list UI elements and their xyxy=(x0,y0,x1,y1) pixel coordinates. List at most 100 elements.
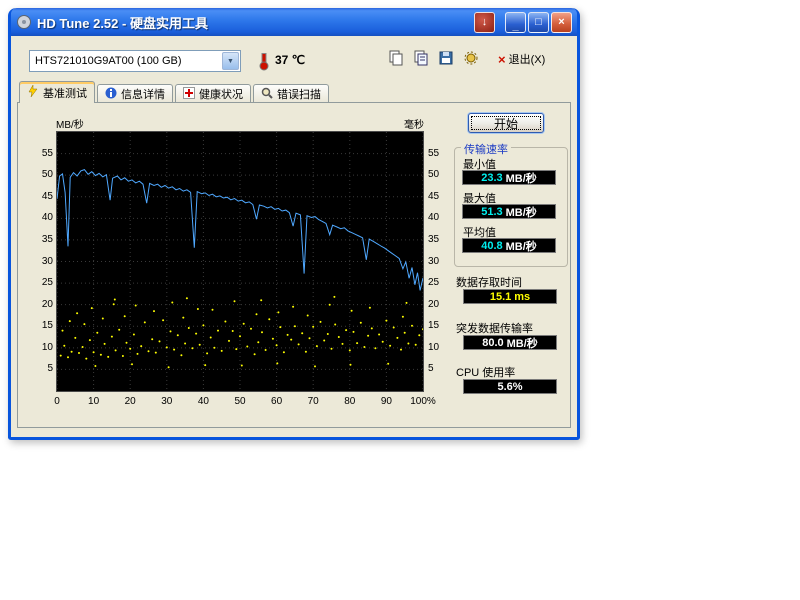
y-tick-label: 30 xyxy=(428,256,439,267)
options-icon xyxy=(463,50,479,69)
tab-info[interactable]: 信息详情 xyxy=(97,84,173,103)
group-title: 传输速率 xyxy=(461,141,511,157)
cpu-usage-box: 5.6% xyxy=(463,379,557,394)
chevron-down-icon[interactable]: ▼ xyxy=(222,52,239,70)
x-tick-label: 20 xyxy=(125,396,136,407)
cpu-usage-label: CPU 使用率 xyxy=(456,364,515,380)
window-title: HD Tune 2.52 - 硬盘实用工具 xyxy=(37,13,474,32)
y-tick-label: 20 xyxy=(428,299,439,310)
access-time-unit: ms xyxy=(514,291,530,303)
y-tick-label: 5 xyxy=(47,363,53,374)
y-tick-label: 5 xyxy=(428,363,434,374)
close-button[interactable]: × xyxy=(551,12,572,33)
cpu-usage-value: 5.6% xyxy=(497,381,522,393)
min-value-box: 23.3 MB/秒 xyxy=(462,170,556,185)
copy-text-icon xyxy=(413,50,429,69)
thermometer-icon xyxy=(259,50,270,76)
tab-label: 错误扫描 xyxy=(277,86,321,102)
min-value: 23.3 xyxy=(481,172,502,184)
avg-unit: MB/秒 xyxy=(506,238,537,254)
drive-select-value: HTS721010G9AT00 (100 GB) xyxy=(35,55,182,67)
x-tick-label: 30 xyxy=(161,396,172,407)
burst-rate-box: 80.0 MB/秒 xyxy=(463,335,557,350)
x-tick-label: 60 xyxy=(271,396,282,407)
drive-select[interactable]: HTS721010G9AT00 (100 GB) ▼ xyxy=(29,50,241,72)
client-area: HTS721010G9AT00 (100 GB) ▼ 37 ℃ xyxy=(11,36,577,437)
y-tick-label: 45 xyxy=(428,191,439,202)
left-axis-ticks: 55 50 45 40 35 30 25 20 15 10 5 xyxy=(28,131,53,392)
y-tick-label: 45 xyxy=(42,191,53,202)
minimize-button[interactable]: _ xyxy=(505,12,526,33)
x-tick-label: 100% xyxy=(410,396,436,407)
desktop: HD Tune 2.52 - 硬盘实用工具 ↓ _ □ × HTS721010G… xyxy=(0,0,800,600)
y-tick-label: 10 xyxy=(42,342,53,353)
y-tick-label: 35 xyxy=(428,234,439,245)
save-screenshot-button[interactable] xyxy=(435,48,457,70)
tab-label: 健康状况 xyxy=(199,86,243,102)
titlebar[interactable]: HD Tune 2.52 - 硬盘实用工具 ↓ _ □ × xyxy=(11,8,577,36)
x-tick-label: 90 xyxy=(381,396,392,407)
tab-strip: 基准测试 信息详情 健康状况 xyxy=(19,81,331,103)
x-tick-label: 40 xyxy=(198,396,209,407)
max-unit: MB/秒 xyxy=(506,204,537,220)
copy-text-button[interactable] xyxy=(410,48,432,70)
y-tick-label: 25 xyxy=(42,277,53,288)
info-icon xyxy=(105,87,117,102)
tab-benchmark[interactable]: 基准测试 xyxy=(19,81,95,103)
update-button[interactable]: ↓ xyxy=(474,12,495,33)
y-tick-label: 50 xyxy=(428,169,439,180)
y-tick-label: 55 xyxy=(428,148,439,159)
y-tick-label: 20 xyxy=(42,299,53,310)
benchmark-panel: MB/秒 毫秒 555045403530252015105 5550454035… xyxy=(17,102,571,428)
access-time-box: 15.1 ms xyxy=(463,289,557,304)
avg-value-box: 40.8 MB/秒 xyxy=(462,238,556,253)
max-value-box: 51.3 MB/秒 xyxy=(462,204,556,219)
y-tick-label: 25 xyxy=(428,277,439,288)
copy-screenshot-button[interactable] xyxy=(385,48,407,70)
transfer-rate-group: 传输速率 最小值 23.3 MB/秒 最大值 51.3 MB/秒 平均值 40.… xyxy=(454,147,568,267)
x-tick-label: 0 xyxy=(54,396,60,407)
access-time-label: 数据存取时间 xyxy=(456,274,522,290)
exit-label: 退出(X) xyxy=(509,51,546,67)
y-tick-label: 15 xyxy=(42,320,53,331)
tab-error-scan[interactable]: 错误扫描 xyxy=(253,84,329,103)
right-axis-label: 毫秒 xyxy=(404,116,424,131)
save-icon xyxy=(438,50,454,69)
x-tick-label: 80 xyxy=(344,396,355,407)
y-tick-label: 40 xyxy=(42,212,53,223)
tab-label: 基准测试 xyxy=(43,85,87,101)
y-tick-label: 10 xyxy=(428,342,439,353)
avg-value: 40.8 xyxy=(481,240,502,252)
min-unit: MB/秒 xyxy=(506,170,537,186)
left-axis-label: MB/秒 xyxy=(56,116,84,131)
hd-tune-window: HD Tune 2.52 - 硬盘实用工具 ↓ _ □ × HTS721010G… xyxy=(8,8,580,440)
error-scan-icon xyxy=(261,87,273,102)
app-icon xyxy=(16,14,32,30)
options-button[interactable] xyxy=(460,48,482,70)
exit-button[interactable]: × 退出(X) xyxy=(493,48,550,70)
y-tick-label: 30 xyxy=(42,256,53,267)
temperature-value: 37 ℃ xyxy=(275,53,305,67)
access-time-value: 15.1 xyxy=(490,291,511,303)
burst-rate-value: 80.0 xyxy=(482,337,503,349)
tab-label: 信息详情 xyxy=(121,86,165,102)
benchmark-icon xyxy=(27,85,39,100)
x-tick-label: 70 xyxy=(308,396,319,407)
x-tick-label: 50 xyxy=(234,396,245,407)
right-axis-ticks: 55 50 45 40 35 30 25 20 15 10 5 xyxy=(428,131,453,392)
y-tick-label: 15 xyxy=(428,320,439,331)
exit-x-icon: × xyxy=(498,52,506,67)
max-value: 51.3 xyxy=(481,206,502,218)
start-button[interactable]: 开始 xyxy=(468,113,544,133)
y-tick-label: 35 xyxy=(42,234,53,245)
tab-health[interactable]: 健康状况 xyxy=(175,84,251,103)
health-icon xyxy=(183,87,195,102)
copy-screenshot-icon xyxy=(388,50,404,69)
y-tick-label: 55 xyxy=(42,148,53,159)
x-tick-label: 10 xyxy=(88,396,99,407)
y-tick-label: 50 xyxy=(42,169,53,180)
burst-rate-unit: MB/秒 xyxy=(507,335,538,351)
y-tick-label: 40 xyxy=(428,212,439,223)
maximize-button[interactable]: □ xyxy=(528,12,549,33)
x-axis-ticks: 0102030405060708090100% xyxy=(57,396,423,410)
